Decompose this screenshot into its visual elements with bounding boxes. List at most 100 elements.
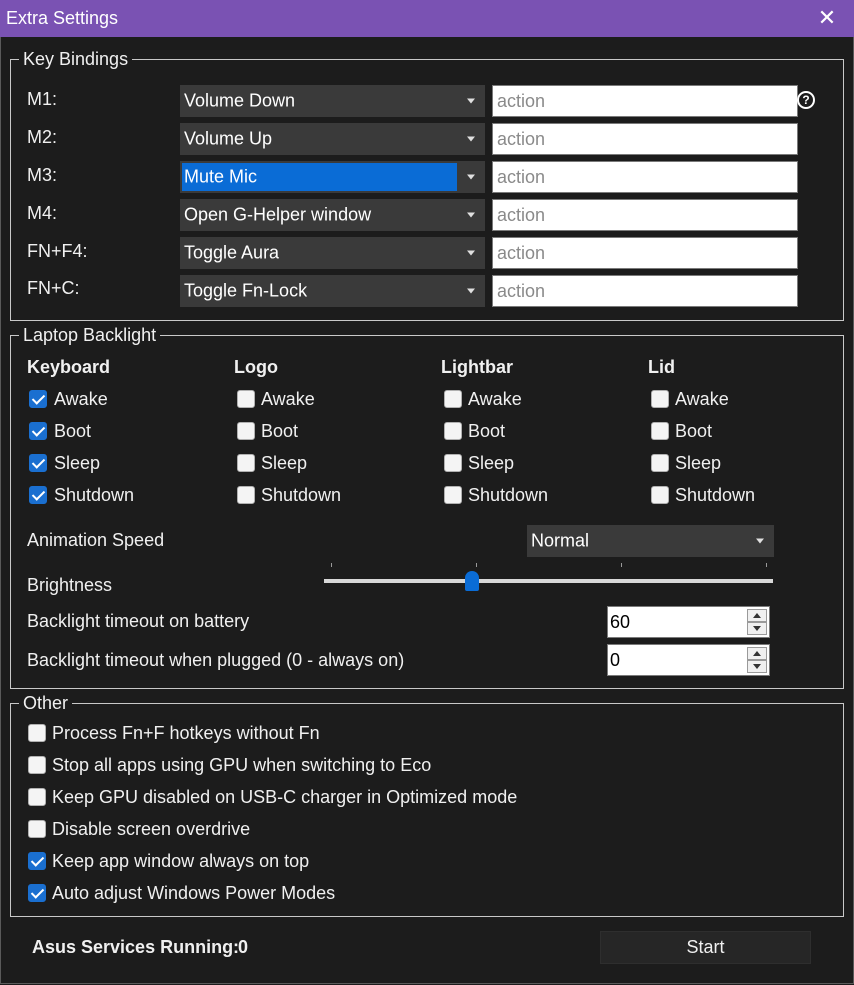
brightness-slider-thumb[interactable] — [465, 571, 480, 591]
lid-sleep-checkbox[interactable] — [651, 454, 669, 472]
spin-down-icon[interactable] — [747, 660, 767, 673]
chevron-down-icon — [467, 212, 475, 218]
logo-shutdown-label[interactable]: Shutdown — [261, 485, 341, 506]
lid-awake-label[interactable]: Awake — [675, 389, 729, 410]
slider-tick — [766, 563, 767, 567]
option-label-stop-gpu-apps[interactable]: Stop all apps using GPU when switching t… — [52, 755, 431, 776]
start-button[interactable]: Start — [600, 931, 811, 964]
option-label-disable-overdrive[interactable]: Disable screen overdrive — [52, 819, 250, 840]
logo-awake-checkbox[interactable] — [237, 390, 255, 408]
lid-boot-checkbox[interactable] — [651, 422, 669, 440]
option-checkbox-always-on-top[interactable] — [28, 852, 46, 870]
spin-up-icon[interactable] — [747, 609, 767, 622]
logo-shutdown-checkbox[interactable] — [237, 486, 255, 504]
option-label-fn-hotkeys[interactable]: Process Fn+F hotkeys without Fn — [52, 723, 320, 744]
binding-label-m1: M1: — [27, 89, 58, 109]
laptop-backlight-legend: Laptop Backlight — [23, 325, 157, 345]
lightbar-boot-label[interactable]: Boot — [468, 421, 505, 442]
lightbar-awake-checkbox[interactable] — [444, 390, 462, 408]
binding-combo-m1[interactable]: Volume Down — [180, 85, 485, 117]
lid-shutdown-label[interactable]: Shutdown — [675, 485, 755, 506]
title-bar: Extra Settings ✕ — [0, 0, 854, 37]
option-checkbox-keep-gpu-disabled[interactable] — [28, 788, 46, 806]
option-checkbox-auto-power-modes[interactable] — [28, 884, 46, 902]
binding-label-m3: M3: — [27, 165, 58, 185]
window-title: Extra Settings — [6, 8, 119, 28]
binding-combo-value: Toggle Fn-Lock — [184, 280, 308, 301]
option-label-auto-power-modes[interactable]: Auto adjust Windows Power Modes — [52, 883, 335, 904]
binding-combo-fnc[interactable]: Toggle Fn-Lock — [180, 275, 485, 307]
close-icon[interactable]: ✕ — [812, 4, 842, 32]
binding-action-input-fnf4[interactable]: action — [492, 237, 798, 269]
binding-label-fnf4: FN+F4: — [27, 241, 88, 261]
lid-sleep-label[interactable]: Sleep — [675, 453, 721, 474]
option-label-keep-gpu-disabled[interactable]: Keep GPU disabled on USB-C charger in Op… — [52, 787, 517, 808]
timeout-plugged-label: Backlight timeout when plugged (0 - alwa… — [27, 650, 405, 670]
binding-action-input-fnc[interactable]: action — [492, 275, 798, 307]
logo-sleep-label[interactable]: Sleep — [261, 453, 307, 474]
lightbar-sleep-label[interactable]: Sleep — [468, 453, 514, 474]
binding-combo-m2[interactable]: Volume Up — [180, 123, 485, 155]
binding-action-input-m2[interactable]: action — [492, 123, 798, 155]
option-checkbox-disable-overdrive[interactable] — [28, 820, 46, 838]
slider-tick — [476, 563, 477, 567]
binding-combo-value: Toggle Aura — [184, 242, 280, 263]
column-header-lid: Lid — [648, 357, 675, 377]
option-label-always-on-top[interactable]: Keep app window always on top — [52, 851, 309, 872]
option-checkbox-fn-hotkeys[interactable] — [28, 724, 46, 742]
binding-combo-m3[interactable]: Mute Mic — [180, 161, 485, 193]
animation-speed-select[interactable]: Normal — [527, 525, 774, 557]
timeout-battery-label: Backlight timeout on battery — [27, 611, 250, 631]
services-running-count: 0 — [238, 937, 249, 957]
option-checkbox-stop-gpu-apps[interactable] — [28, 756, 46, 774]
lightbar-sleep-checkbox[interactable] — [444, 454, 462, 472]
chevron-down-icon — [467, 98, 475, 104]
key-bindings-legend: Key Bindings — [23, 49, 129, 69]
spin-up-icon[interactable] — [747, 647, 767, 660]
keyboard-boot-label[interactable]: Boot — [54, 421, 91, 442]
lid-awake-checkbox[interactable] — [651, 390, 669, 408]
help-icon[interactable]: ? — [797, 91, 815, 109]
timeout-plugged-stepper[interactable]: 0 — [607, 644, 770, 676]
binding-label-fnc: FN+C: — [27, 278, 80, 298]
keyboard-awake-checkbox[interactable] — [29, 390, 47, 408]
lid-boot-label[interactable]: Boot — [675, 421, 712, 442]
other-legend: Other — [23, 693, 69, 713]
spin-down-icon[interactable] — [747, 622, 767, 635]
binding-action-input-m3[interactable]: action — [492, 161, 798, 193]
binding-combo-fnf4[interactable]: Toggle Aura — [180, 237, 485, 269]
binding-action-input-m4[interactable]: action — [492, 199, 798, 231]
binding-action-input-m1[interactable]: action — [492, 85, 798, 117]
logo-boot-label[interactable]: Boot — [261, 421, 298, 442]
keyboard-shutdown-label[interactable]: Shutdown — [54, 485, 134, 506]
brightness-label: Brightness — [27, 575, 113, 595]
logo-awake-label[interactable]: Awake — [261, 389, 315, 410]
chevron-down-icon — [467, 174, 475, 180]
chevron-down-icon — [756, 538, 764, 544]
logo-sleep-checkbox[interactable] — [237, 454, 255, 472]
keyboard-shutdown-checkbox[interactable] — [29, 486, 47, 504]
lightbar-shutdown-checkbox[interactable] — [444, 486, 462, 504]
logo-boot-checkbox[interactable] — [237, 422, 255, 440]
chevron-down-icon — [467, 288, 475, 294]
slider-tick — [331, 563, 332, 567]
binding-combo-value: Open G-Helper window — [184, 204, 372, 225]
timeout-battery-stepper[interactable]: 60 — [607, 606, 770, 638]
binding-label-m2: M2: — [27, 127, 58, 147]
keyboard-sleep-checkbox[interactable] — [29, 454, 47, 472]
timeout-battery-value[interactable]: 60 — [610, 607, 630, 637]
brightness-slider-track[interactable] — [324, 579, 773, 583]
lightbar-awake-label[interactable]: Awake — [468, 389, 522, 410]
binding-combo-m4[interactable]: Open G-Helper window — [180, 199, 485, 231]
timeout-plugged-value[interactable]: 0 — [610, 645, 620, 675]
keyboard-boot-checkbox[interactable] — [29, 422, 47, 440]
animation-speed-value: Normal — [531, 530, 590, 551]
keyboard-awake-label[interactable]: Awake — [54, 389, 108, 410]
column-header-lightbar: Lightbar — [441, 357, 513, 377]
keyboard-sleep-label[interactable]: Sleep — [54, 453, 100, 474]
lid-shutdown-checkbox[interactable] — [651, 486, 669, 504]
lightbar-boot-checkbox[interactable] — [444, 422, 462, 440]
binding-combo-value: Volume Up — [184, 128, 273, 149]
slider-tick — [621, 563, 622, 567]
lightbar-shutdown-label[interactable]: Shutdown — [468, 485, 548, 506]
